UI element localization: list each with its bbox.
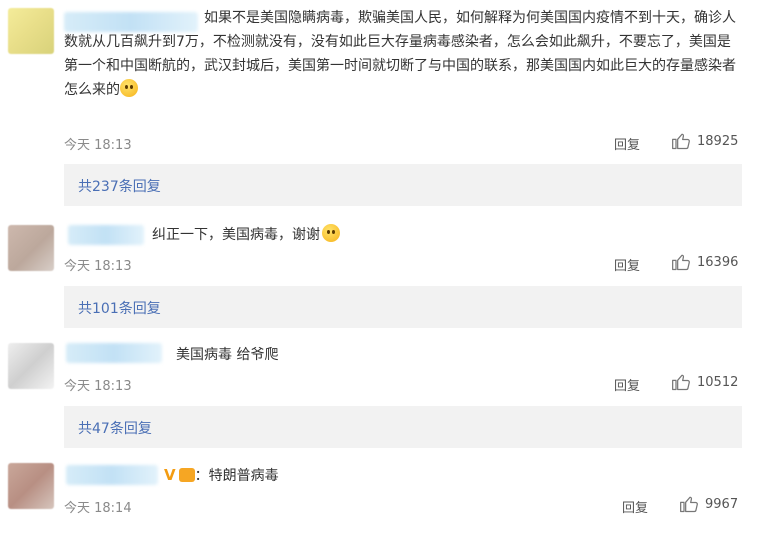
like-button[interactable]: 10512 xyxy=(671,372,738,392)
thumbs-up-icon xyxy=(680,496,698,513)
comment-text: 纠正一下，美国病毒，谢谢 xyxy=(152,223,340,247)
username-blurred[interactable] xyxy=(68,225,144,245)
comment-1: 如果不是美国隐瞒病毒，欺骗美国人民，如何解释为何美国国内疫情不到十天，确诊人数就… xyxy=(0,0,757,215)
sub-replies-box: 共47条回复 xyxy=(64,406,742,448)
timestamp: 今天 18:13 xyxy=(64,138,132,153)
like-count: 10512 xyxy=(697,374,739,390)
sub-replies-box: 共237条回复 xyxy=(64,164,742,206)
comment-text: 如果不是美国隐瞒病毒，欺骗美国人民，如何解释为何美国国内疫情不到十天，确诊人数就… xyxy=(64,6,744,102)
avatar[interactable] xyxy=(8,8,54,54)
timestamp: 今天 18:13 xyxy=(64,259,132,274)
vip-badge-icon: V xyxy=(164,466,176,484)
username-blurred[interactable] xyxy=(66,465,158,485)
comment-3: 美国病毒 给爷爬 今天 18:13 回复 10512 共47条回复 xyxy=(0,335,757,455)
reply-button[interactable]: 回复 xyxy=(622,497,648,516)
reply-button[interactable]: 回复 xyxy=(614,255,640,274)
comment-body: 美国病毒 给爷爬 xyxy=(176,347,279,363)
timestamp: 今天 18:14 xyxy=(64,501,132,516)
username-blurred[interactable] xyxy=(66,343,162,363)
view-replies-link[interactable]: 共237条回复 xyxy=(78,176,161,196)
crown-icon xyxy=(178,468,195,482)
reply-button[interactable]: 回复 xyxy=(614,375,640,394)
timestamp: 今天 18:13 xyxy=(64,379,132,394)
avatar[interactable] xyxy=(8,463,54,509)
thumbs-up-icon xyxy=(672,133,690,150)
sad-emoji-icon xyxy=(120,79,138,97)
comment-body: ：特朗普病毒 xyxy=(194,468,279,484)
like-count: 9967 xyxy=(705,496,739,512)
like-button[interactable]: 16396 xyxy=(671,252,738,272)
avatar[interactable] xyxy=(8,343,54,389)
reply-button[interactable]: 回复 xyxy=(614,134,640,153)
thumbs-up-icon xyxy=(672,374,690,391)
like-count: 18925 xyxy=(697,133,739,149)
smile-emoji-icon xyxy=(322,224,340,242)
like-button[interactable]: 18925 xyxy=(671,131,738,151)
comment-body: 如果不是美国隐瞒病毒，欺骗美国人民，如何解释为何美国国内疫情不到十天，确诊人数就… xyxy=(64,10,736,98)
view-replies-link[interactable]: 共101条回复 xyxy=(78,298,161,318)
avatar[interactable] xyxy=(8,225,54,271)
comment-body: 纠正一下，美国病毒，谢谢 xyxy=(152,227,320,243)
like-count: 16396 xyxy=(697,254,739,270)
sub-replies-box: 共101条回复 xyxy=(64,286,742,328)
comment-text: 美国病毒 给爷爬 xyxy=(176,343,278,367)
comment-2: 纠正一下，美国病毒，谢谢 今天 18:13 回复 16396 共101条回复 xyxy=(0,215,757,335)
thumbs-up-icon xyxy=(672,254,690,271)
comment-4: V ：特朗普病毒 今天 18:14 回复 9967 xyxy=(0,455,757,533)
view-replies-link[interactable]: 共47条回复 xyxy=(78,418,152,438)
like-button[interactable]: 9967 xyxy=(679,494,738,514)
comment-text: V ：特朗普病毒 xyxy=(164,463,279,488)
